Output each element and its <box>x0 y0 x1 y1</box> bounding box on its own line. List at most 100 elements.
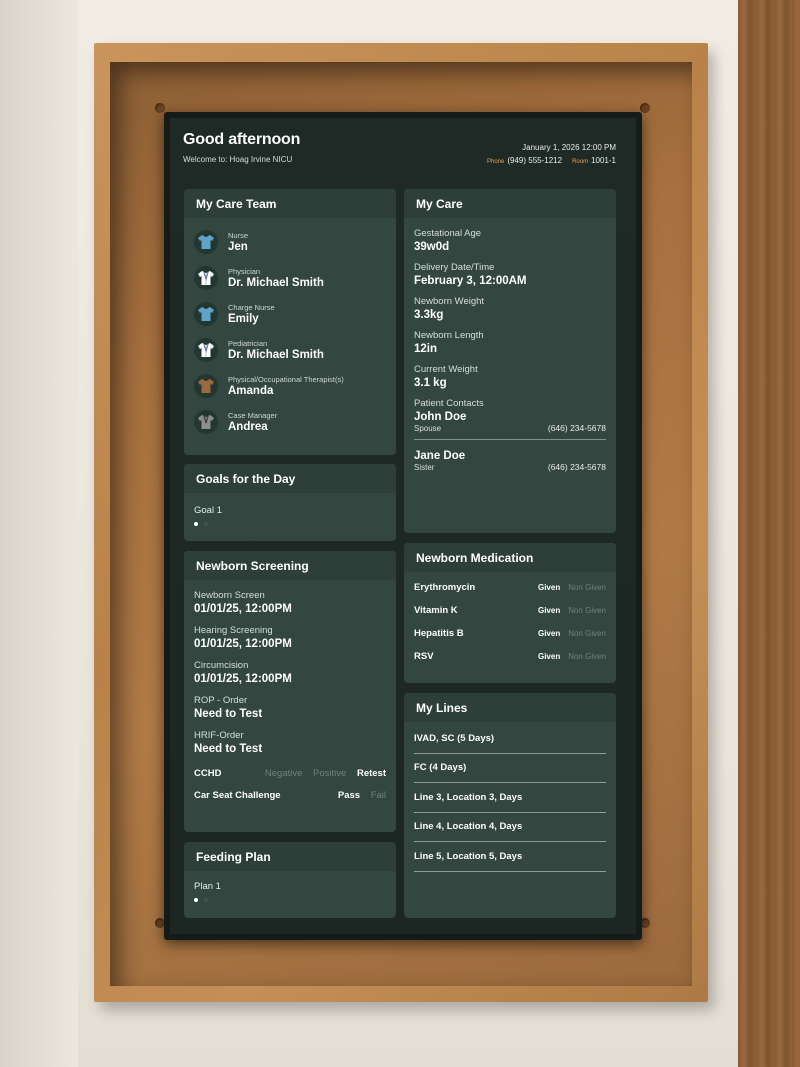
scrubs-icon <box>194 374 218 398</box>
care-value: February 3, 12:00AM <box>414 275 527 287</box>
contact-phone: (646) 234-5678 <box>547 423 606 433</box>
contact-row: Phone (949) 555-1212 Room 1001-1 <box>487 156 616 165</box>
not-given-option[interactable]: Non Given <box>568 652 606 661</box>
contact-name: Jane Doe <box>414 450 466 462</box>
contact-relation: Spouse <box>414 424 442 433</box>
given-option[interactable]: Given <box>538 606 560 615</box>
team-member-text: Charge Nurse Emily <box>228 303 275 325</box>
pager-dot-active[interactable] <box>194 522 198 526</box>
mount-peg <box>640 103 650 113</box>
line-item: FC (4 Days) <box>414 754 606 783</box>
team-member-text: Physical/Occupational Therapist(s) Amanda <box>228 375 344 397</box>
line-item: Line 4, Location 4, Days <box>414 813 606 842</box>
given-option[interactable]: Given <box>538 629 560 638</box>
date-time: January 1, 2026 12:00 PM <box>522 143 616 152</box>
screening-label: Newborn Screen <box>194 590 265 601</box>
car-seat-fail-option[interactable]: Fail <box>371 790 386 801</box>
not-given-option[interactable]: Non Given <box>568 583 606 592</box>
medication-status: Given Non Given <box>530 606 606 615</box>
team-member-text: Physician Dr. Michael Smith <box>228 267 324 289</box>
goal-text: Goal 1 <box>194 505 222 516</box>
room-number: 1001-1 <box>591 156 616 165</box>
lines-card: My Lines IVAD, SC (5 Days) FC (4 Days) Lin… <box>404 693 616 918</box>
car-seat-row: Car Seat Challenge Pass Fail <box>194 784 386 806</box>
care-item: Gestational Age 39w0d <box>414 228 606 253</box>
patient-display: Good afternoon Welcome to: Hoag Irvine N… <box>170 118 636 934</box>
member-name: Dr. Michael Smith <box>228 277 324 289</box>
screening-item: ROP - Order Need to Test <box>194 695 386 720</box>
given-option[interactable]: Given <box>538 583 560 592</box>
feeding-plan-text: Plan 1 <box>194 881 221 892</box>
team-member-text: Case Manager Andrea <box>228 411 277 433</box>
medication-row: RSV Given Non Given <box>414 645 606 668</box>
not-given-option[interactable]: Non Given <box>568 606 606 615</box>
pager-dot-active[interactable] <box>194 898 198 902</box>
line-item: Line 5, Location 5, Days <box>414 842 606 872</box>
contact-divider <box>414 439 606 440</box>
screening-value: 01/01/25, 12:00PM <box>194 638 292 650</box>
my-care-card: My Care Gestational Age 39w0d Delivery Dat… <box>404 189 616 533</box>
medication-status: Given Non Given <box>530 583 606 592</box>
contact-entry: Jane Doe Sister (646) 234-5678 <box>414 450 606 472</box>
contact-name: John Doe <box>414 411 467 423</box>
not-given-option[interactable]: Non Given <box>568 629 606 638</box>
care-item: Newborn Length 12in <box>414 330 606 355</box>
pager-dot[interactable] <box>204 898 208 902</box>
line-item: IVAD, SC (5 Days) <box>414 724 606 754</box>
card-title: Goals for the Day <box>184 464 396 493</box>
member-name: Andrea <box>228 421 268 433</box>
care-item: Newborn Weight 3.3kg <box>414 296 606 321</box>
cchd-retest-option[interactable]: Retest <box>357 768 386 779</box>
care-value: 3.3kg <box>414 309 444 321</box>
screening-item: Newborn Screen 01/01/25, 12:00PM <box>194 590 386 615</box>
medication-name: Hepatitis B <box>414 628 464 639</box>
contact-entry: John Doe Spouse (646) 234-5678 <box>414 411 606 433</box>
phone-label: Phone <box>486 159 505 165</box>
member-name: Amanda <box>228 385 274 397</box>
contact-detail-row: Sister (646) 234-5678 <box>414 462 606 472</box>
pager-dots[interactable] <box>194 898 386 902</box>
member-role: Case Manager <box>228 411 278 420</box>
pager-dots[interactable] <box>194 522 386 526</box>
patient-contacts: Patient Contacts John Doe Spouse (646) 234… <box>414 398 606 472</box>
suit-icon <box>194 410 218 434</box>
medication-name: Erythromycin <box>414 582 476 593</box>
care-label: Gestational Age <box>414 228 482 239</box>
care-label: Newborn Weight <box>414 296 485 307</box>
mount-peg <box>155 103 165 113</box>
care-label: Delivery Date/Time <box>414 262 495 273</box>
screening-card: Newborn Screening Newborn Screen 01/01/25… <box>184 551 396 832</box>
wood-panel <box>738 0 800 1067</box>
my-care-list: Gestational Age 39w0d Delivery Date/Time Fe… <box>414 228 606 389</box>
team-member-row: Nurse Jen <box>194 224 386 260</box>
cchd-negative-option[interactable]: Negative <box>265 768 303 779</box>
cchd-positive-option[interactable]: Positive <box>313 768 346 779</box>
member-role: Charge Nurse <box>228 303 275 312</box>
member-role: Pediatrician <box>228 339 268 348</box>
screening-item: Circumcision 01/01/25, 12:00PM <box>194 660 386 685</box>
medication-card: Newborn Medication Erythromycin Given Non … <box>404 543 616 683</box>
care-value: 12in <box>414 343 438 355</box>
wall-left <box>0 0 78 1067</box>
car-seat-pass-option[interactable]: Pass <box>338 790 360 801</box>
card-title: Feeding Plan <box>184 842 396 871</box>
care-label: Newborn Length <box>414 330 484 341</box>
care-team-card: My Care Team Nurse Jen Physician Dr. Michae… <box>184 189 396 455</box>
care-item: Delivery Date/Time February 3, 12:00AM <box>414 262 606 287</box>
team-member-row: Physical/Occupational Therapist(s) Amanda <box>194 368 386 404</box>
screening-value: Need to Test <box>194 708 263 720</box>
member-role: Nurse <box>228 231 249 240</box>
care-item: Current Weight 3.1 kg <box>414 364 606 389</box>
pager-dot[interactable] <box>204 522 208 526</box>
contacts-label: Patient Contacts <box>414 398 484 409</box>
team-member-row: Case Manager Andrea <box>194 404 386 440</box>
medication-list: Erythromycin Given Non Given Vitamin K Given… <box>404 572 616 676</box>
member-name: Jen <box>228 241 248 253</box>
given-option[interactable]: Given <box>538 652 560 661</box>
care-label: Current Weight <box>414 364 478 375</box>
cchd-row: CCHD Negative Positive Retest <box>194 762 386 784</box>
medication-status: Given Non Given <box>530 652 606 661</box>
team-member-text: Nurse Jen <box>228 231 248 253</box>
team-member-row: Charge Nurse Emily <box>194 296 386 332</box>
screening-label: ROP - Order <box>194 695 248 706</box>
